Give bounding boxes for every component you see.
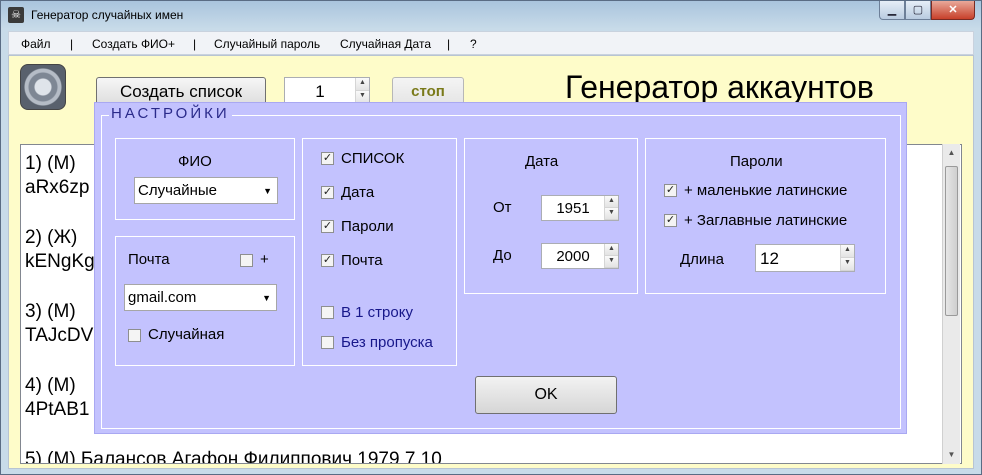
fio-label: ФИО [178,153,212,170]
date-group: Дата От 1951 ▲ ▼ До 2000 ▲ ▼ [464,138,638,294]
count-stepper[interactable]: 1 ▲ ▼ [284,77,370,105]
fio-select[interactable]: Случайные ▼ [134,177,278,204]
menu-separator: | [70,37,74,51]
one-line-checkbox[interactable] [321,306,334,319]
list-item: 1) (М) [25,153,76,174]
mail-random-checkbox[interactable] [128,329,141,342]
no-gap-checkbox[interactable] [321,336,334,349]
window-title: Генератор случайных имен [31,8,184,22]
mail-checkbox[interactable]: ✓ [321,254,334,267]
uppercase-checkbox[interactable]: ✓ [664,214,677,227]
mail-domain-select[interactable]: gmail.com ▼ [124,284,277,311]
chevron-down-icon: ▼ [263,186,272,196]
list-item: 3) (М) [25,301,76,322]
mail-domain-value: gmail.com [128,289,197,306]
menu-bar: Файл | Создать ФИО+ | Случайный пароль С… [8,31,974,55]
vertical-scrollbar[interactable]: ▲ ▼ [942,144,960,464]
list-item: TAJcDV [25,325,94,346]
date-checkbox[interactable]: ✓ [321,186,334,199]
scroll-up-icon[interactable]: ▲ [943,144,960,162]
up-arrow-icon[interactable]: ▲ [356,78,369,91]
mail-option-label: Почта [341,252,383,269]
date-from-value: 1951 [556,200,590,217]
options-group: ✓ СПИСОК ✓ Дата ✓ Пароли ✓ Почта В 1 стр… [302,138,457,366]
date-title: Дата [525,153,559,170]
maximize-button[interactable]: ▢ [905,1,931,20]
one-line-option-label: В 1 строку [341,304,413,321]
list-option-label: СПИСОК [341,150,405,167]
menu-separator: | [447,37,451,51]
passwords-group: Пароли ✓ + маленькие латинские ✓ + Загла… [645,138,886,294]
close-button[interactable]: ✕ [931,1,975,20]
list-item: 5) (М) Балансов Агафон Филиппович 1979 7… [25,449,442,464]
menu-random-password[interactable]: Случайный пароль [214,37,320,51]
down-arrow-icon[interactable]: ▼ [605,208,618,220]
menu-create-fio[interactable]: Создать ФИО+ [92,37,175,51]
settings-title: НАСТРОЙКИ [109,105,232,122]
lowercase-label: + маленькие латинские [684,182,848,199]
menu-random-date[interactable]: Случайная Дата [340,37,431,51]
uppercase-label: + Заглавные латинские [684,212,848,229]
passwords-checkbox[interactable]: ✓ [321,220,334,233]
date-to-stepper[interactable]: 2000 ▲ ▼ [541,243,619,269]
passwords-title: Пароли [730,153,783,170]
length-value: 12 [760,249,779,268]
ok-button[interactable]: OK [475,376,617,414]
title-bar: ☠ Генератор случайных имен ▁ ▢ ✕ [1,1,981,29]
menu-file[interactable]: Файл [21,37,51,51]
fio-group: ФИО Случайные ▼ [115,138,295,220]
down-arrow-icon[interactable]: ▼ [841,258,854,271]
scroll-thumb[interactable] [945,166,958,316]
mail-plus-label: + [260,251,269,268]
menu-help[interactable]: ? [470,37,477,51]
mail-random-label: Случайная [148,326,225,343]
lowercase-checkbox[interactable]: ✓ [664,184,677,197]
list-checkbox[interactable]: ✓ [321,152,334,165]
up-arrow-icon[interactable]: ▲ [605,244,618,256]
menu-separator: | [193,37,197,51]
list-item: 2) (Ж) [25,227,78,248]
mail-label: Почта [128,251,170,268]
list-item: kENgKg [25,251,95,272]
list-item: aRx6zp [25,177,90,198]
count-value: 1 [315,82,325,101]
app-icon: ☠ [8,7,24,23]
mail-group: Почта + gmail.com ▼ Случайная [115,236,295,366]
up-arrow-icon[interactable]: ▲ [605,196,618,208]
down-arrow-icon[interactable]: ▼ [605,256,618,268]
chevron-down-icon: ▼ [262,293,271,303]
list-item: 4PtAB1 [25,399,90,420]
length-stepper[interactable]: 12 ▲ ▼ [755,244,855,272]
up-arrow-icon[interactable]: ▲ [841,245,854,258]
gear-icon[interactable] [20,64,66,110]
length-label: Длина [680,251,724,268]
page-title: Генератор аккаунтов [565,69,874,105]
scroll-down-icon[interactable]: ▼ [943,446,960,464]
date-to-value: 2000 [556,248,590,265]
no-gap-option-label: Без пропуска [341,334,433,351]
passwords-option-label: Пароли [341,218,394,235]
date-to-label: До [493,247,512,264]
mail-plus-checkbox[interactable] [240,254,253,267]
date-from-label: От [493,199,512,216]
minimize-button[interactable]: ▁ [879,1,905,20]
app-window: ☠ Генератор случайных имен ▁ ▢ ✕ Файл | … [0,0,982,475]
date-from-stepper[interactable]: 1951 ▲ ▼ [541,195,619,221]
fio-select-value: Случайные [138,182,218,199]
date-option-label: Дата [341,184,375,201]
list-item: 4) (М) [25,375,76,396]
